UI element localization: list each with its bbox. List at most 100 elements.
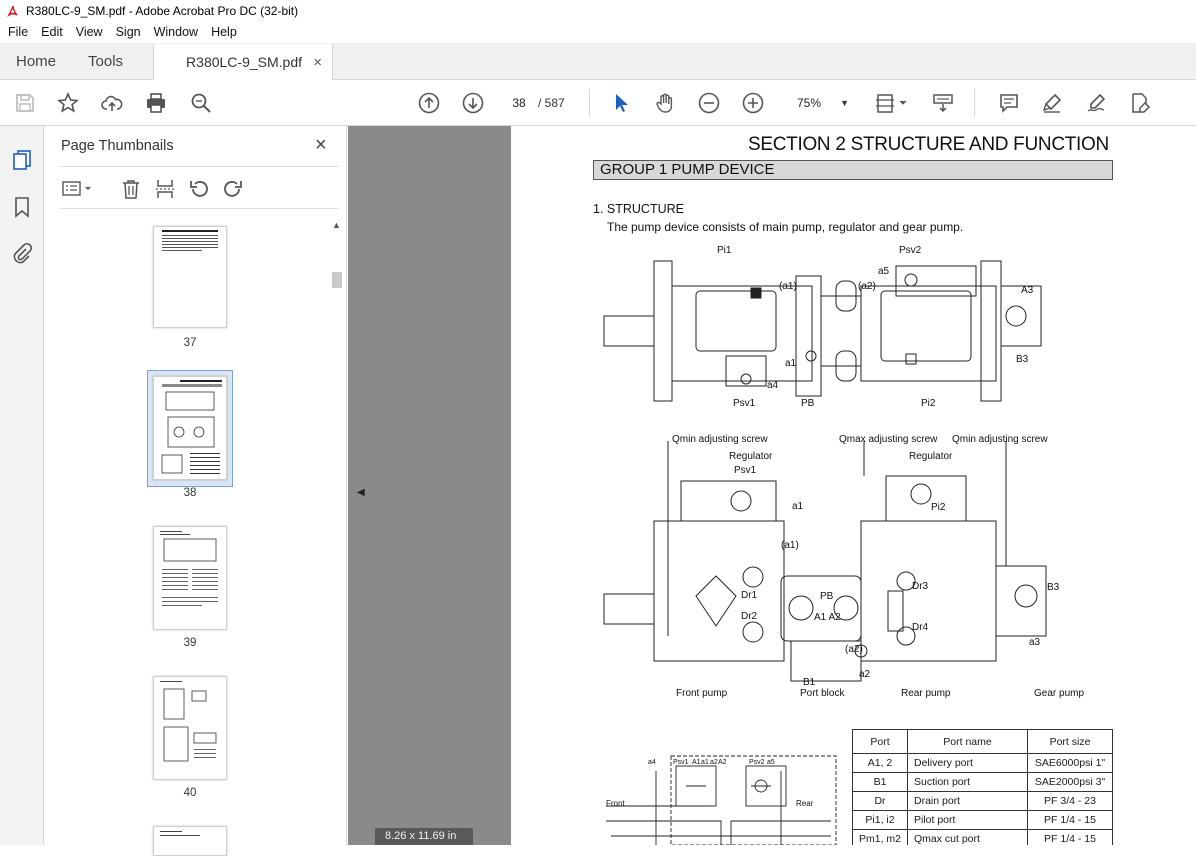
- print-button[interactable]: [144, 91, 168, 115]
- paperclip-icon: [13, 242, 33, 264]
- thumbnail-page-selected[interactable]: [153, 376, 227, 480]
- find-button[interactable]: [189, 91, 213, 115]
- hand-icon: [656, 93, 673, 113]
- menu-window[interactable]: Window: [154, 25, 198, 39]
- thumbnail-page[interactable]: [153, 676, 227, 780]
- diagram-label: Pi2: [921, 398, 936, 409]
- thumbnail-page[interactable]: [153, 526, 227, 630]
- thumbnails-scrollbar[interactable]: ▲: [329, 218, 343, 845]
- rotate-left-button[interactable]: [187, 178, 211, 200]
- scroll-thumb[interactable]: [332, 272, 342, 288]
- star-icon: [57, 92, 79, 113]
- fill-sign-button[interactable]: [1128, 91, 1152, 115]
- collapse-panel-icon[interactable]: ◀: [357, 487, 365, 498]
- table-cell: PF 1/4 - 15: [1027, 810, 1113, 830]
- page-thumbnails-button[interactable]: [10, 148, 34, 172]
- port-table: Port Port name Port size A1, 2 Delivery …: [852, 729, 1113, 845]
- diagram-label: PB: [820, 591, 834, 602]
- tab-home[interactable]: Home: [0, 43, 72, 79]
- diagram-label: a2: [710, 759, 718, 766]
- highlight-button[interactable]: [1040, 91, 1064, 115]
- thumbnail-page-number: 39: [183, 637, 197, 649]
- tab-document[interactable]: R380LC-9_SM.pdf ×: [153, 44, 334, 80]
- diagram-label: (a1): [781, 540, 799, 551]
- attachments-button[interactable]: [10, 241, 34, 265]
- page-total: / 587: [538, 96, 565, 110]
- scroll-mode-button[interactable]: [931, 91, 955, 115]
- bookmark-star-button[interactable]: [56, 91, 80, 115]
- menu-view[interactable]: View: [76, 25, 103, 39]
- share-button[interactable]: [100, 91, 124, 115]
- panel-title: Page Thumbnails: [61, 138, 174, 154]
- table-cell: SAE2000psi 3": [1027, 772, 1113, 792]
- diagram-label: Psv1: [734, 465, 757, 476]
- insert-page-icon: [156, 180, 174, 198]
- table-cell: A1, 2: [852, 753, 908, 773]
- next-page-button[interactable]: [461, 91, 485, 115]
- chevron-down-icon: ▼: [840, 98, 849, 108]
- diagram-label: Qmin adjusting screw: [672, 434, 768, 445]
- zoom-out-button[interactable]: [697, 91, 721, 115]
- tab-bar: Home Tools R380LC-9_SM.pdf ×: [0, 43, 1196, 80]
- diagram-label: A1 A2: [814, 612, 841, 623]
- diagram-label: Pi2: [931, 502, 946, 513]
- delete-pages-button[interactable]: [119, 178, 143, 200]
- hand-tool-button[interactable]: [653, 91, 677, 115]
- save-button[interactable]: [13, 91, 37, 115]
- sign-button[interactable]: [1084, 91, 1108, 115]
- diagram-label: B3: [1016, 354, 1029, 365]
- diagram-label: B1: [803, 677, 816, 688]
- title-bar: R380LC-9_SM.pdf - Adobe Acrobat Pro DC (…: [0, 0, 1196, 22]
- insert-page-button[interactable]: [153, 178, 177, 200]
- menu-sign[interactable]: Sign: [116, 25, 141, 39]
- diagram-label: Dr4: [912, 622, 929, 633]
- diagram-label: Qmin adjusting screw: [952, 434, 1048, 445]
- page-preview: [160, 681, 217, 762]
- thumbnail-page[interactable]: [153, 226, 227, 328]
- table-cell: B1: [852, 772, 908, 792]
- diagram-label: a5: [878, 266, 890, 277]
- thumbnail-page-number: 40: [183, 787, 197, 799]
- cursor-arrow-icon: [616, 94, 628, 112]
- diagram-label: (a2): [845, 644, 863, 655]
- toolbar-divider: [589, 89, 590, 117]
- diagram-label: Port block: [800, 688, 845, 699]
- table-cell: Dr: [852, 791, 908, 811]
- toolbar-divider: [974, 89, 975, 117]
- chevron-up-icon: ▲: [332, 220, 341, 230]
- zoom-in-button[interactable]: [741, 91, 765, 115]
- thumbnail-page-number: 37: [183, 337, 197, 349]
- bookmarks-button[interactable]: [10, 195, 34, 219]
- comment-button[interactable]: [997, 91, 1021, 115]
- diagram-label: Psv1: [733, 398, 756, 409]
- page-preview: [162, 230, 218, 251]
- diagram-label: Rear: [796, 799, 814, 808]
- search-icon: [191, 93, 211, 113]
- zoom-select[interactable]: 75% ▼: [787, 91, 853, 115]
- diagram-label: Psv2: [749, 759, 765, 766]
- table-cell: PF 1/4 - 15: [1027, 829, 1113, 845]
- table-header-row: Port Port name Port size: [852, 729, 1113, 754]
- comment-icon: [1000, 94, 1018, 113]
- previous-page-button[interactable]: [417, 91, 441, 115]
- diagram-label: a4: [648, 759, 656, 766]
- thumbnail-page[interactable]: [153, 826, 227, 856]
- column-header: Port size: [1027, 729, 1113, 754]
- pages-icon: [13, 150, 31, 170]
- menu-edit[interactable]: Edit: [41, 25, 63, 39]
- page-display-button[interactable]: [875, 91, 911, 115]
- document-edit-icon: [1132, 93, 1151, 113]
- panel-close-button[interactable]: ×: [315, 134, 327, 157]
- structure-heading: 1. STRUCTURE: [593, 202, 684, 216]
- rotate-right-button[interactable]: [221, 178, 245, 200]
- select-tool-button[interactable]: [609, 91, 633, 115]
- menu-file[interactable]: File: [8, 25, 28, 39]
- menu-help[interactable]: Help: [211, 25, 237, 39]
- table-cell: Pilot port: [907, 810, 1028, 830]
- plus-circle-icon: [742, 92, 764, 114]
- tab-close-button[interactable]: ×: [313, 54, 322, 71]
- tab-tools[interactable]: Tools: [72, 43, 139, 79]
- menu-bar: File Edit View Sign Window Help: [0, 22, 1196, 42]
- thumbnail-options-button[interactable]: [61, 178, 95, 200]
- page-number-input[interactable]: 38: [506, 91, 532, 115]
